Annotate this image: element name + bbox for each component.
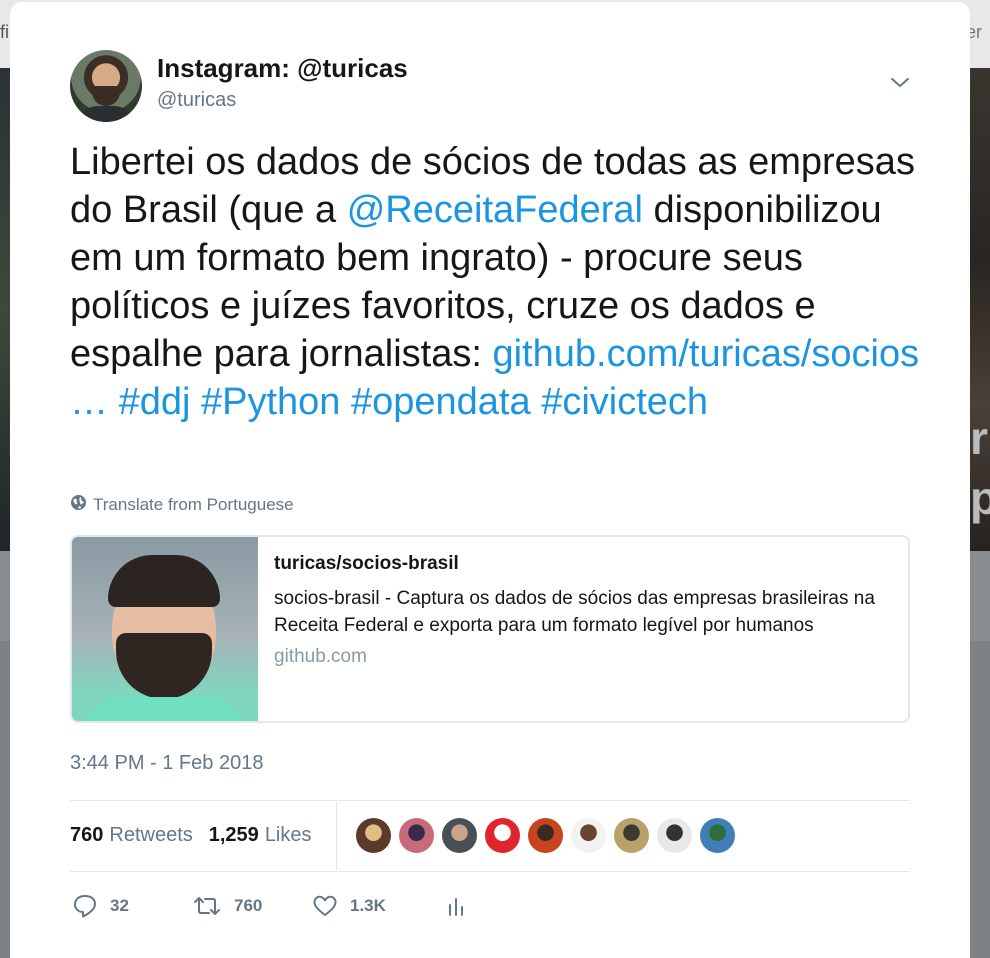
tweet-stats: 760 Retweets 1,259 Likes bbox=[70, 820, 328, 850]
liker-avatar[interactable] bbox=[399, 818, 434, 853]
liker-avatar[interactable] bbox=[657, 818, 692, 853]
tweet-text-space bbox=[340, 381, 351, 423]
card-image-hair bbox=[108, 555, 220, 607]
heart-icon bbox=[312, 893, 338, 919]
liker-avatar[interactable] bbox=[571, 818, 606, 853]
chevron-down-icon[interactable] bbox=[888, 72, 912, 92]
divider bbox=[70, 800, 910, 801]
retweets-count[interactable]: 760 bbox=[70, 824, 103, 847]
analytics-button[interactable] bbox=[446, 889, 466, 923]
background-text-left: fi bbox=[0, 22, 9, 42]
retweet-button[interactable]: 760 bbox=[192, 889, 262, 923]
display-name[interactable]: Instagram: @turicas bbox=[157, 53, 408, 84]
card-image-shirt bbox=[82, 697, 248, 721]
card-title: turicas/socios-brasil bbox=[274, 553, 459, 574]
card-body: turicas/socios-brasil socios-brasil - Ca… bbox=[274, 551, 894, 668]
retweet-icon bbox=[192, 893, 222, 919]
liker-avatar[interactable] bbox=[700, 818, 735, 853]
liker-avatar[interactable] bbox=[614, 818, 649, 853]
reply-count: 32 bbox=[110, 896, 129, 915]
card-image-beard bbox=[116, 633, 212, 699]
background-photo-right: r p bbox=[968, 68, 990, 551]
background-photo-text: r p bbox=[970, 412, 990, 524]
tweet-header: Instagram: @turicas @turicas bbox=[70, 50, 910, 130]
card-image bbox=[72, 537, 258, 721]
tweet-text-space bbox=[531, 381, 542, 423]
liker-avatar[interactable] bbox=[356, 818, 391, 853]
reply-button[interactable]: 32 bbox=[72, 889, 129, 923]
card-description: socios-brasil - Captura os dados de sóci… bbox=[274, 588, 875, 636]
mention-link[interactable]: @ReceitaFederal bbox=[347, 189, 643, 231]
divider bbox=[70, 871, 910, 872]
card-domain: github.com bbox=[274, 646, 367, 667]
avatar-beard bbox=[92, 86, 120, 106]
tweet-text-space bbox=[190, 381, 201, 423]
retweet-count: 760 bbox=[234, 896, 263, 915]
hashtag-link[interactable]: #Python bbox=[201, 381, 340, 423]
translate-label: Translate from Portuguese bbox=[93, 495, 294, 514]
globe-icon bbox=[70, 494, 87, 516]
like-count: 1.3K bbox=[350, 896, 386, 915]
likes-label[interactable]: Likes bbox=[265, 824, 312, 847]
background-lower-right bbox=[968, 551, 990, 641]
liker-avatar[interactable] bbox=[528, 818, 563, 853]
reply-icon bbox=[72, 893, 98, 919]
tweet-actions: 32 760 1.3K bbox=[72, 889, 492, 923]
hashtag-link[interactable]: #civictech bbox=[541, 381, 708, 423]
stats-separator bbox=[336, 802, 337, 870]
tweet-text: Libertei os dados de sócios de todas as … bbox=[70, 138, 920, 426]
like-button[interactable]: 1.3K bbox=[312, 889, 386, 923]
avatar-shirt bbox=[78, 106, 134, 122]
link-card[interactable]: turicas/socios-brasil socios-brasil - Ca… bbox=[70, 535, 910, 723]
likes-count[interactable]: 1,259 bbox=[209, 824, 259, 847]
analytics-icon bbox=[446, 893, 466, 919]
tweet-modal: Instagram: @turicas @turicas Libertei os… bbox=[10, 2, 970, 958]
liker-avatar[interactable] bbox=[485, 818, 520, 853]
avatar[interactable] bbox=[70, 50, 142, 122]
hashtag-link[interactable]: #opendata bbox=[351, 381, 531, 423]
retweets-label[interactable]: Retweets bbox=[109, 824, 192, 847]
tweet-timestamp[interactable]: 3:44 PM - 1 Feb 2018 bbox=[70, 752, 263, 775]
hashtag-link[interactable]: #ddj bbox=[119, 381, 191, 423]
liker-avatar[interactable] bbox=[442, 818, 477, 853]
user-handle[interactable]: @turicas bbox=[157, 89, 236, 112]
translate-button[interactable]: Translate from Portuguese bbox=[70, 494, 294, 516]
likers-avatars bbox=[356, 818, 735, 853]
